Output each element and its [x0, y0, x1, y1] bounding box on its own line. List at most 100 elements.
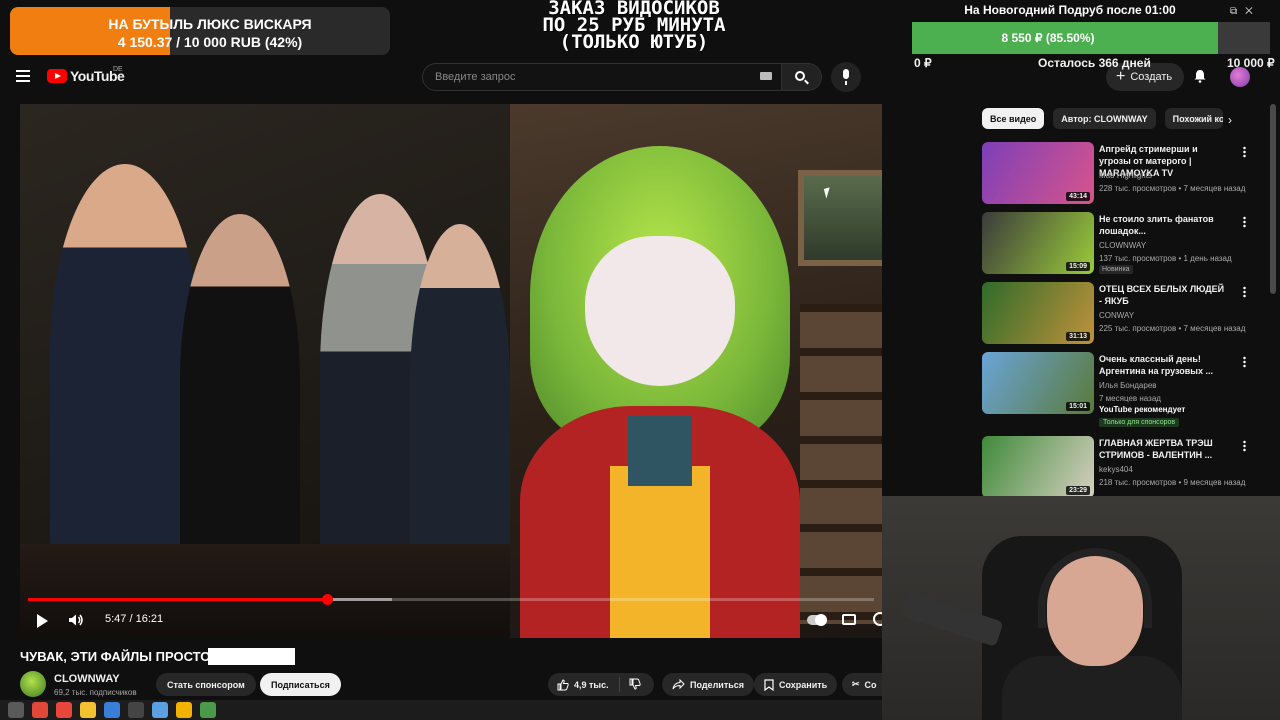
- more-options-icon[interactable]: [1243, 216, 1246, 228]
- search-box: [422, 63, 782, 91]
- avatar-vest: [610, 466, 710, 638]
- clip-label: Со: [864, 679, 877, 690]
- title-redaction-bar: [208, 648, 295, 665]
- play-icon[interactable]: [37, 614, 48, 628]
- settings-gear-icon[interactable]: [873, 612, 882, 626]
- vtuber-avatar: [510, 146, 810, 638]
- subscribe-button[interactable]: Подписаться: [260, 673, 341, 696]
- thumbs-down-icon: [629, 678, 641, 690]
- members-only-badge: Только для спонсоров: [1099, 418, 1180, 427]
- recommendation-reason: YouTube рекомендует: [1099, 405, 1186, 414]
- search-input[interactable]: [435, 71, 755, 83]
- recommendation-meta: 137 тыс. просмотров • 1 день назад: [1099, 254, 1232, 263]
- autoplay-toggle[interactable]: [807, 614, 827, 626]
- bookmark-icon: [764, 678, 774, 691]
- screen: YouTube DE + Создать: [0, 0, 1280, 720]
- taskbar-app-icon[interactable]: [80, 702, 96, 718]
- more-options-icon[interactable]: [1243, 146, 1246, 158]
- progress-bar[interactable]: [28, 594, 874, 605]
- more-options-icon[interactable]: [1243, 440, 1246, 452]
- video-photo: [20, 104, 510, 544]
- plus-icon: +: [1116, 68, 1126, 85]
- recommendation-item[interactable]: 15:01 Очень классный день! Аргентина на г…: [982, 352, 1252, 434]
- sidebar-scrollbar[interactable]: [1270, 104, 1276, 294]
- avatar-face: [585, 236, 735, 386]
- painting-frame: [798, 170, 882, 266]
- scissors-icon: ✂: [852, 679, 860, 689]
- taskbar-app-icon[interactable]: [200, 702, 216, 718]
- channel-name[interactable]: CLOWNWAY: [54, 673, 120, 685]
- recommendation-thumbnail[interactable]: 15:01: [982, 352, 1094, 414]
- youtube-play-logo-icon: [47, 69, 67, 83]
- recommendation-channel[interactable]: CLOWNWAY: [1099, 241, 1146, 250]
- recommendation-meta: 225 тыс. просмотров • 7 месяцев назад: [1099, 324, 1246, 333]
- voice-search-button[interactable]: [831, 62, 861, 92]
- clip-button[interactable]: ✂ Со: [842, 673, 882, 696]
- window-controls[interactable]: ⧉✕: [1230, 6, 1261, 17]
- bookshelf: [800, 304, 882, 624]
- chevron-right-icon[interactable]: ›: [1228, 113, 1232, 127]
- recommendation-thumbnail[interactable]: 31:13: [982, 282, 1094, 344]
- channel-avatar[interactable]: [20, 671, 46, 697]
- recommendation-channel[interactable]: Илья Бондарев: [1099, 381, 1157, 390]
- video-figure: [180, 214, 300, 544]
- video-figure: [50, 164, 200, 544]
- taskbar-app-icon[interactable]: [104, 702, 120, 718]
- recommendation-channel[interactable]: CONWAY: [1099, 311, 1134, 320]
- more-options-icon[interactable]: [1243, 286, 1246, 298]
- taskbar-app-icon[interactable]: [32, 702, 48, 718]
- taskbar-app-icon[interactable]: [56, 702, 72, 718]
- stream-goal-bar: 8 550 ₽ (85.50%): [912, 22, 1270, 54]
- recommendation-item[interactable]: 23:29 ГЛАВНАЯ ЖЕРТВА ТРЭШ СТРИМОВ - ВАЛЕН…: [982, 436, 1252, 504]
- taskbar-app-icon[interactable]: [152, 702, 168, 718]
- like-button[interactable]: 4,9 тыс.: [548, 677, 620, 692]
- chip-by-author[interactable]: Автор: CLOWNWAY: [1053, 108, 1156, 129]
- taskbar-app-icon[interactable]: [8, 702, 24, 718]
- stream-goal-title: На Новогодний Подруб после 01:00: [964, 3, 1176, 17]
- dislike-button[interactable]: [620, 678, 641, 692]
- keyboard-icon[interactable]: [760, 72, 772, 80]
- create-label: Создать: [1130, 71, 1173, 83]
- video-figure: [410, 224, 510, 544]
- become-sponsor-button[interactable]: Стать спонсором: [156, 673, 256, 696]
- chip-similar[interactable]: Похожий ко: [1164, 108, 1223, 129]
- recommendation-title[interactable]: ОТЕЦ ВСЕХ БЕЛЫХ ЛЮДЕЙ - ЯКУБ: [1099, 283, 1227, 307]
- chip-all-videos[interactable]: Все видео: [982, 108, 1045, 129]
- like-count: 4,9 тыс.: [574, 679, 609, 690]
- video-player[interactable]: 5:47 / 16:21: [20, 104, 882, 638]
- taskbar: [0, 700, 882, 720]
- recommendation-title[interactable]: Не стоило злить фанатов лошадок...: [1099, 213, 1227, 237]
- recommendation-title[interactable]: Очень классный день! Аргентина на грузов…: [1099, 353, 1227, 377]
- volume-icon[interactable]: [68, 613, 84, 627]
- recommendation-item[interactable]: 31:13 ОТЕЦ ВСЕХ БЕЛЫХ ЛЮДЕЙ - ЯКУБ CONWAY 2…: [982, 282, 1252, 350]
- recommendation-thumbnail[interactable]: 15:09: [982, 212, 1094, 274]
- video-duration: 43:14: [1066, 192, 1090, 201]
- new-badge: Новинка: [1099, 265, 1133, 274]
- recommendation-channel[interactable]: kekys404: [1099, 465, 1133, 474]
- order-banner-line: (ТОЛЬКО ЮТУБ): [559, 31, 709, 53]
- taskbar-app-icon[interactable]: [176, 702, 192, 718]
- menu-icon[interactable]: [16, 70, 30, 82]
- subtitles-icon[interactable]: [842, 614, 856, 625]
- thumbs-up-icon: [557, 678, 569, 690]
- notifications-bell-icon[interactable]: [1193, 69, 1207, 83]
- share-button[interactable]: Поделиться: [662, 673, 755, 696]
- avatar-shirt: [628, 416, 692, 486]
- recommendation-title[interactable]: ГЛАВНАЯ ЖЕРТВА ТРЭШ СТРИМОВ - ВАЛЕНТИН .…: [1099, 437, 1227, 461]
- share-label: Поделиться: [690, 679, 745, 690]
- video-duration: 31:13: [1066, 332, 1090, 341]
- recommendation-thumbnail[interactable]: 23:29: [982, 436, 1094, 498]
- search-button[interactable]: [782, 63, 822, 91]
- recommendation-thumbnail[interactable]: 43:14: [982, 142, 1094, 204]
- account-avatar[interactable]: [1230, 67, 1250, 87]
- recommendation-item[interactable]: 15:09 Не стоило злить фанатов лошадок... C…: [982, 212, 1252, 280]
- donation-goal-widget: НА БУТЫЛЬ ЛЮКС ВИСКАРЯ 4 150.37 / 10 000…: [10, 7, 390, 55]
- search-icon-handle: [804, 79, 809, 85]
- stream-goal-progress: 8 550 ₽ (85.50%): [1001, 31, 1095, 45]
- taskbar-app-icon[interactable]: [128, 702, 144, 718]
- recommendation-channel[interactable]: Mad Highlights: [1099, 171, 1152, 180]
- more-options-icon[interactable]: [1243, 356, 1246, 368]
- region-code: DE: [113, 66, 123, 73]
- save-button[interactable]: Сохранить: [754, 673, 838, 696]
- recommendation-item[interactable]: 43:14 Апгрейд стримерши и угрозы от матер…: [982, 142, 1252, 210]
